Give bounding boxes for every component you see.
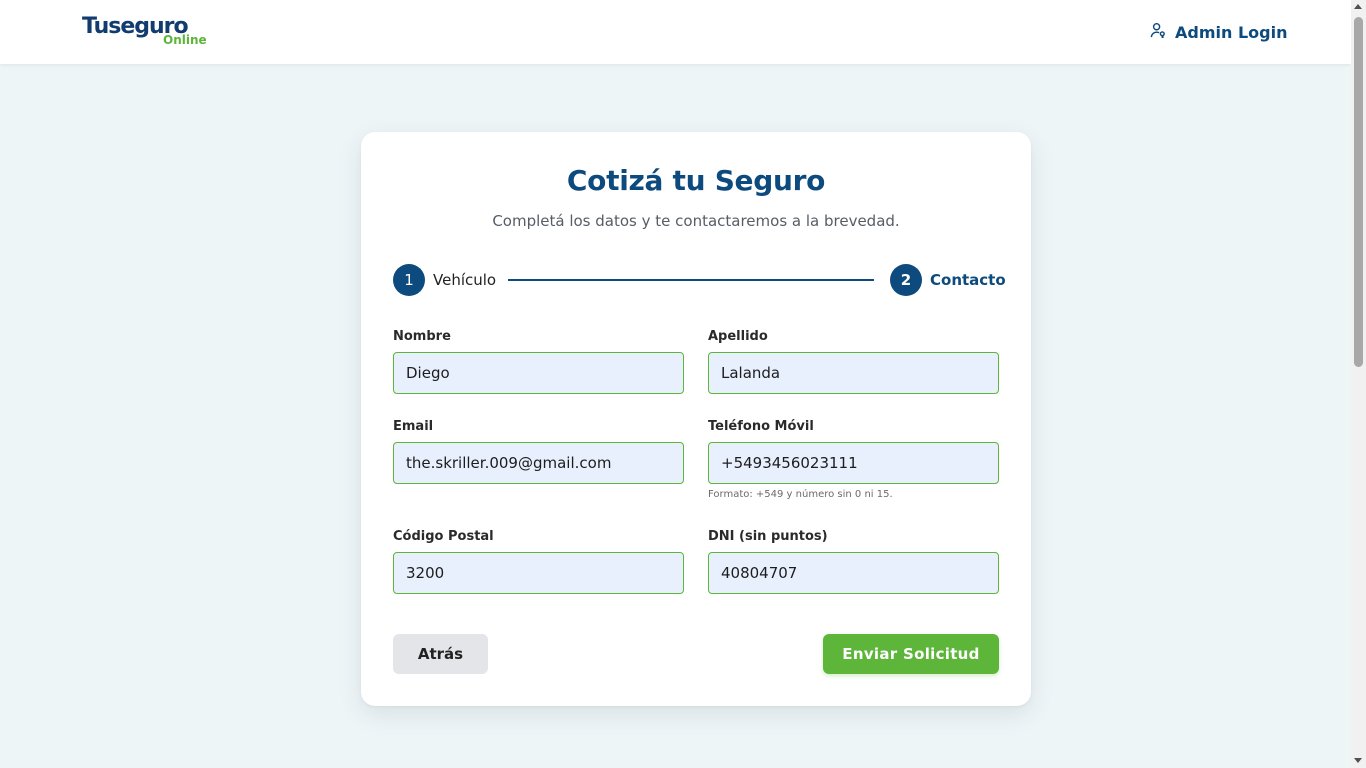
admin-login-link[interactable]: Admin Login — [1150, 20, 1287, 44]
email-input[interactable]: the.skriller.009@gmail.com — [393, 442, 684, 484]
form-title: Cotizá tu Seguro — [566, 164, 826, 197]
logo-sub-text: Online — [163, 33, 207, 47]
admin-login-label: Admin Login — [1175, 22, 1288, 42]
page-scrollbar[interactable] — [1351, 0, 1366, 768]
telefono-help-text: Formato: +549 y número sin 0 ni 15. — [708, 489, 893, 500]
quote-form-card: Cotizá tu Seguro Completá los datos y te… — [361, 132, 1031, 706]
step-connector-line — [508, 279, 874, 281]
dni-input[interactable]: 40804707 — [708, 552, 999, 594]
user-key-icon — [1150, 22, 1167, 43]
codigo-postal-input[interactable]: 3200 — [393, 552, 684, 594]
apellido-label: Apellido — [708, 329, 768, 344]
nombre-input[interactable]: Diego — [393, 352, 684, 394]
tuseguro-logo[interactable]: Tuseguro Online — [82, 14, 207, 50]
step-2-circle: 2 — [890, 264, 922, 296]
step-1-label: Vehículo — [433, 271, 497, 289]
form-subtitle: Completá los datos y te contactaremos a … — [492, 212, 900, 230]
scroll-thumb[interactable] — [1354, 17, 1363, 367]
scroll-up-arrow-icon[interactable] — [1354, 4, 1362, 9]
telefono-input[interactable]: +5493456023111 — [708, 442, 999, 484]
nombre-label: Nombre — [393, 329, 451, 344]
apellido-input[interactable]: Lalanda — [708, 352, 999, 394]
submit-request-button[interactable]: Enviar Solicitud — [823, 634, 999, 674]
step-1-circle: 1 — [393, 264, 425, 296]
dni-label: DNI (sin puntos) — [708, 529, 828, 544]
email-label: Email — [393, 419, 434, 434]
telefono-label: Teléfono Móvil — [708, 419, 814, 434]
top-header: Tuseguro Online Admin Login — [0, 0, 1351, 64]
scroll-down-arrow-icon[interactable] — [1354, 758, 1362, 763]
codigo-postal-label: Código Postal — [393, 529, 494, 544]
step-2-label: Contacto — [930, 271, 1006, 289]
back-button[interactable]: Atrás — [393, 634, 488, 674]
